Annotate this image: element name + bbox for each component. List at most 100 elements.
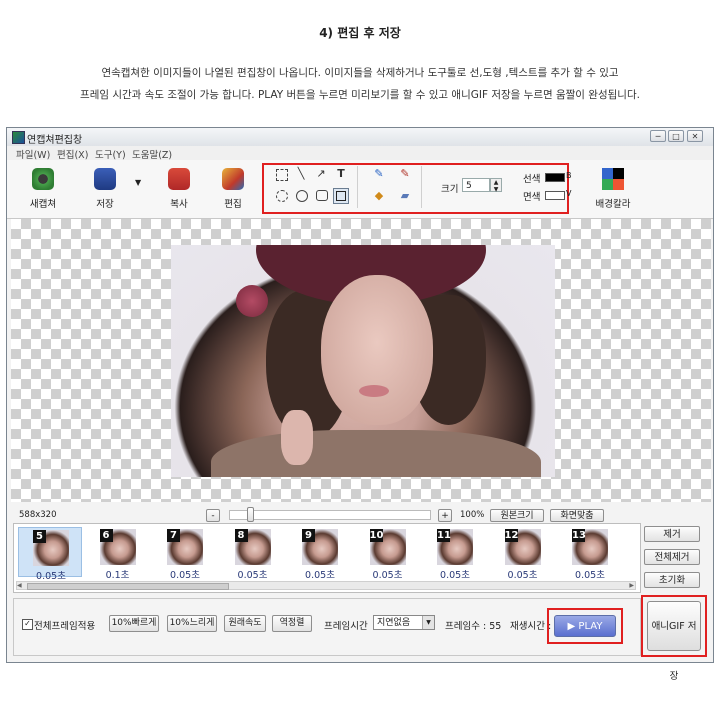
frame-number: 6 [99, 529, 113, 542]
text-tool[interactable]: T [335, 168, 347, 180]
frame-thumbnail[interactable]: 6 0.1초 [86, 527, 150, 581]
frame-duration: 0.05초 [237, 570, 268, 581]
fill-color-label: 면색 [523, 192, 541, 203]
remove-button[interactable]: 제거 [644, 526, 700, 542]
original-speed-button[interactable]: 원래속도 [224, 615, 266, 632]
palette-icon [602, 168, 624, 190]
fill-color-key: V [566, 189, 572, 198]
zoom-out-button[interactable]: - [206, 509, 220, 522]
frame-thumbnail[interactable]: 7 0.05초 [153, 527, 217, 581]
line-color-label: 선색 [523, 174, 541, 185]
edit-button[interactable]: 편집 [209, 168, 257, 210]
image-dimensions: 588x320 [19, 510, 57, 520]
line-tool[interactable]: ╲ [295, 168, 307, 180]
frame-time-select[interactable]: 지연없음 ▼ [373, 615, 435, 630]
original-size-button[interactable]: 원본크기 [490, 509, 544, 522]
save-gif-highlight: 애니GIF 저장 [641, 595, 707, 682]
frame-thumbnail[interactable]: 5 0.05초 [18, 527, 82, 582]
rounded-rect-tool[interactable] [316, 190, 328, 201]
scroll-left-icon[interactable]: ◀ [17, 582, 22, 589]
fit-screen-button[interactable]: 화면맞춤 [550, 509, 604, 522]
pencil-icon[interactable]: ✎ [373, 168, 385, 180]
zoom-percent: 100% [460, 510, 485, 520]
toolbar: 새캡쳐 저장 ▼ 복사 편집 ╲ ↗ T ✎ ✎ ◆ ▰ 크기 5 ▲ ▼ 선색… [7, 160, 713, 219]
zoom-in-button[interactable]: + [438, 509, 452, 522]
frame-number: 7 [167, 529, 180, 542]
minimize-button[interactable]: ─ [650, 130, 666, 142]
frame-duration: 0.05초 [305, 570, 335, 581]
doc-heading: 4) 편집 후 저장 [319, 26, 401, 40]
play-button[interactable]: ▶ PLAY [554, 615, 616, 637]
save-dropdown-icon[interactable]: ▼ [135, 178, 141, 187]
reverse-button[interactable]: 역정렬 [272, 615, 312, 632]
copy-button[interactable]: 복사 [155, 168, 203, 210]
zoom-row: 588x320 - + 100% 원본크기 화면맞춤 [7, 506, 713, 524]
frame-number: 8 [234, 529, 248, 542]
line-color-swatch[interactable] [545, 173, 565, 182]
toolbar-separator [421, 166, 422, 208]
select-rect-tool[interactable] [276, 169, 288, 181]
apply-all-checkbox[interactable]: ✓ [22, 619, 33, 630]
chevron-down-icon: ▼ [422, 616, 434, 629]
scroll-right-icon[interactable]: ▶ [629, 582, 634, 589]
frame-duration: 0.1초 [105, 570, 130, 581]
fill-bucket-icon[interactable]: ◆ [373, 190, 385, 202]
zoom-slider-thumb[interactable] [247, 507, 254, 522]
save-button[interactable]: 저장 [81, 168, 129, 210]
canvas-area[interactable] [11, 219, 711, 502]
size-input[interactable]: 5 [462, 178, 490, 192]
remove-all-button[interactable]: 전체제거 [644, 549, 700, 565]
close-button[interactable]: ✕ [687, 130, 703, 142]
fill-color-swatch[interactable] [545, 191, 565, 200]
frame-number: 13 [572, 529, 586, 542]
frame-thumbnail[interactable]: 10 0.05초 [356, 527, 420, 581]
menu-tools[interactable]: 도구(Y) [95, 147, 126, 161]
timing-panel: ✓ 전체프레임적용 10%빠르게 10%느리게 원래속도 역정렬 프레임시간 지… [13, 598, 641, 656]
rect-tool[interactable] [333, 188, 349, 204]
copy-label: 복사 [170, 199, 188, 210]
frame-thumbnail[interactable]: 8 0.05초 [221, 527, 285, 581]
frame-duration: 0.05초 [36, 571, 66, 582]
frame-thumbnail[interactable]: 13 0.05초 [558, 527, 622, 581]
doc-line-1: 연속캡쳐한 이미지들이 나열된 편집창이 나옵니다. 이미지들을 삭제하거나 도… [101, 67, 619, 79]
maximize-button[interactable]: □ [668, 130, 684, 142]
save-gif-button[interactable]: 애니GIF 저장 [647, 601, 701, 682]
scrollbar-thumb[interactable] [27, 583, 229, 590]
toolbar-separator [357, 166, 358, 208]
app-icon [12, 131, 25, 144]
menu-help[interactable]: 도움말(Z) [132, 147, 172, 161]
frame-number: 12 [504, 529, 519, 542]
brush-icon[interactable]: ✎ [399, 168, 411, 180]
background-color-button[interactable]: 배경칼라 [589, 168, 637, 210]
frame-time-value: 지연없음 [377, 618, 411, 628]
filmstrip[interactable]: 5 0.05초 6 0.1초 7 0.05초 8 0.05초 9 0.05초 10 0.05초 11 0.… [13, 523, 641, 593]
window-title: 연캡쳐편집창 [27, 135, 83, 146]
save-label: 저장 [96, 199, 114, 210]
menu-edit[interactable]: 편집(X) [57, 147, 88, 161]
zoom-slider-track[interactable] [229, 510, 431, 520]
play-icon: ▶ [567, 621, 579, 632]
frame-count: 프레임수 : 55 [445, 621, 502, 632]
menu-file[interactable]: 파일(W) [16, 147, 50, 161]
eraser-icon[interactable]: ▰ [399, 190, 411, 202]
frame-number: 9 [302, 529, 315, 542]
slower-button[interactable]: 10%느리게 [167, 615, 217, 632]
play-label: PLAY [578, 621, 603, 632]
frame-thumbnail[interactable]: 11 0.05초 [423, 527, 487, 581]
new-capture-label: 새캡쳐 [29, 199, 57, 210]
size-spinner[interactable]: ▲ ▼ [490, 178, 502, 193]
filmstrip-scrollbar[interactable]: ◀ ▶ [16, 581, 636, 590]
faster-button[interactable]: 10%빠르게 [109, 615, 159, 632]
frame-preview-image [171, 245, 555, 477]
reset-button[interactable]: 초기화 [644, 572, 700, 588]
frame-duration: 0.05초 [507, 570, 538, 581]
editor-window: 연캡쳐편집창 ─ □ ✕ 파일(W) 편집(X) 도구(Y) 도움말(Z) 새캡… [6, 127, 714, 682]
new-capture-button[interactable]: 새캡쳐 [19, 168, 67, 210]
arrow-tool[interactable]: ↗ [315, 168, 327, 180]
play-highlight: ▶ PLAY [547, 608, 623, 644]
ellipse-tool[interactable] [296, 190, 308, 202]
frame-thumbnail[interactable]: 12 0.05초 [491, 527, 555, 581]
select-ellipse-tool[interactable] [276, 190, 288, 202]
frame-duration: 0.05초 [372, 570, 403, 581]
frame-thumbnail[interactable]: 9 0.05초 [288, 527, 352, 581]
